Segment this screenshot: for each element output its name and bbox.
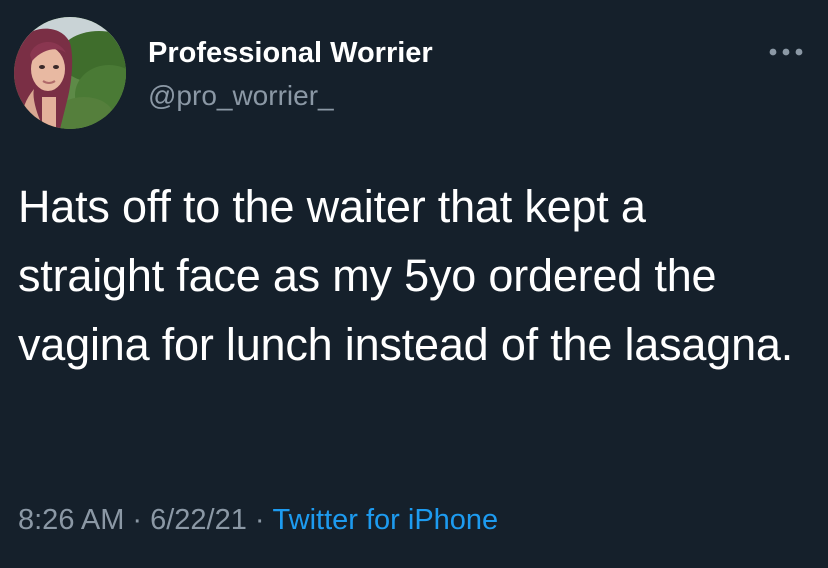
display-name[interactable]: Professional Worrier	[148, 36, 433, 70]
more-options-button[interactable]	[764, 38, 808, 66]
tweet-date[interactable]: 6/22/21	[150, 504, 247, 536]
tweet-meta: 8:26 AM · 6/22/21 · Twitter for iPhone	[18, 502, 498, 538]
user-handle[interactable]: @pro_worrier_	[148, 79, 334, 113]
tweet-source-link[interactable]: Twitter for iPhone	[273, 504, 499, 536]
tweet-card: Professional Worrier @pro_worrier_ Hats …	[0, 0, 828, 568]
tweet-time[interactable]: 8:26 AM	[18, 504, 124, 536]
tweet-text: Hats off to the waiter that kept a strai…	[18, 181, 794, 370]
profile-photo-image	[14, 17, 126, 129]
meta-separator: ·	[132, 504, 143, 536]
more-horizontal-icon	[769, 48, 803, 56]
meta-separator: ·	[254, 504, 265, 536]
avatar[interactable]	[14, 17, 126, 129]
